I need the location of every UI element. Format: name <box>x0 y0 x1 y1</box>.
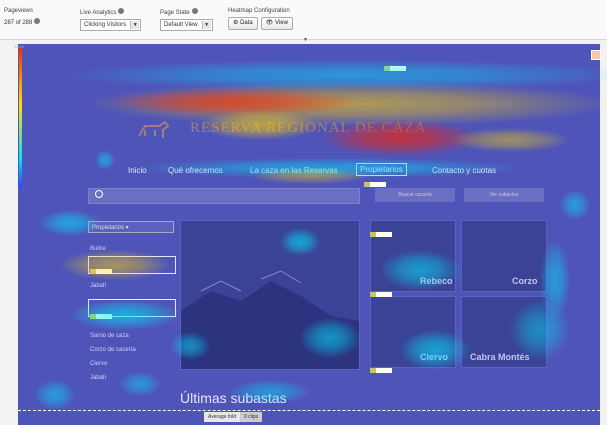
view-button[interactable]: 👁 View <box>260 17 293 30</box>
collapse-toolbar-icon[interactable]: ▼ <box>303 37 308 43</box>
chevron-down-icon: ▼ <box>130 21 140 29</box>
sidebar-item[interactable]: Corzo de cacería <box>90 347 136 353</box>
pageviews-value: 287 of 288 <box>4 18 41 26</box>
photo-label-corzo: Corzo <box>512 276 538 286</box>
page-state-group: Page State Default View ▼ <box>160 8 213 31</box>
heat-scale-label: 100% <box>14 44 25 49</box>
sidebar-item[interactable]: Jabalí <box>90 283 106 289</box>
nav-la-caza[interactable]: La caza en las Reservas <box>250 166 338 175</box>
gear-icon: ⚙ <box>233 20 239 26</box>
live-analytics-label-text: Live Analytics <box>80 10 117 16</box>
nav-contacto[interactable]: Contacto y cuotas <box>432 166 496 175</box>
sidebar-item[interactable]: Sarrio de caza <box>90 333 129 339</box>
nav-que-ofrecemos[interactable]: Qué ofrecemos <box>168 166 223 175</box>
live-analytics-select[interactable]: Clicking Visitors ▼ <box>80 19 142 31</box>
sidebar-item[interactable]: Buitre <box>90 246 106 252</box>
sidebar-select[interactable]: Propietarios ▾ <box>88 221 174 233</box>
page-state-select[interactable]: Default View ▼ <box>160 19 213 31</box>
mountain-illustration <box>181 270 359 369</box>
eye-icon: 👁 <box>265 20 274 26</box>
photo-label-cabra-montes: Cabra Montés <box>470 352 530 362</box>
page-state-label: Page State <box>160 8 213 16</box>
photo-label-rebeco: Rebeco <box>420 276 453 286</box>
click-count-badge <box>384 66 406 71</box>
info-icon[interactable] <box>118 8 125 14</box>
nav-propietarios[interactable]: Propietarios <box>356 163 407 176</box>
heat-scale <box>19 48 22 188</box>
expand-icon[interactable] <box>591 50 601 60</box>
heatmap-toolbar: Pageviews 287 of 288 Live Analytics Clic… <box>0 0 607 40</box>
site-title: RESERVA REGIONAL DE CAZA <box>190 120 427 136</box>
search-icon <box>95 190 103 198</box>
fold-label: Average fold 0 clips <box>204 412 263 422</box>
click-count-badge <box>370 292 392 297</box>
photo-label-ciervo: Ciervo <box>420 352 449 362</box>
site-search-bar[interactable] <box>88 188 360 204</box>
info-icon[interactable] <box>34 18 41 24</box>
sidebar-item[interactable]: Jabalí <box>90 375 106 381</box>
data-button-label: Data <box>240 20 253 26</box>
pageviews-group: Pageviews 287 of 288 <box>4 8 41 26</box>
sidebar-item[interactable]: Ciervo <box>90 361 107 367</box>
heatmap-config-group: Heatmap Configuration ⚙ Data 👁 View <box>228 8 296 30</box>
page-state-value: Default View <box>164 22 198 28</box>
fold-line <box>18 410 600 411</box>
click-count-badge <box>90 314 112 319</box>
fold-label-value: 0 clips <box>239 412 263 422</box>
click-count-badge <box>364 182 386 187</box>
deer-logo-icon <box>135 118 175 142</box>
page-state-label-text: Page State <box>160 10 190 16</box>
main-photo-ibex[interactable] <box>180 220 360 370</box>
view-button-label: View <box>275 20 288 26</box>
search-button-2[interactable]: Ver subastas <box>464 188 544 202</box>
live-analytics-group: Live Analytics Clicking Visitors ▼ <box>80 8 142 31</box>
info-icon[interactable] <box>191 8 198 14</box>
live-analytics-label: Live Analytics <box>80 8 141 16</box>
nav-inicio[interactable]: Inicio <box>128 166 147 175</box>
latest-auctions-heading: Últimas subastas <box>180 390 287 406</box>
chevron-down-icon: ▼ <box>201 21 211 29</box>
fold-label-text: Average fold <box>204 412 240 422</box>
pageviews-label: Pageviews <box>4 8 34 14</box>
pageviews-count: 287 of 288 <box>4 20 33 26</box>
data-button[interactable]: ⚙ Data <box>228 17 258 30</box>
search-button-1[interactable]: Buscar cacería <box>375 188 455 202</box>
click-count-badge <box>90 269 112 274</box>
live-analytics-value: Clicking Visitors <box>84 22 127 28</box>
click-count-badge <box>370 232 392 237</box>
sidebar-select-value: Propietarios <box>92 225 125 231</box>
click-count-badge <box>370 368 392 373</box>
